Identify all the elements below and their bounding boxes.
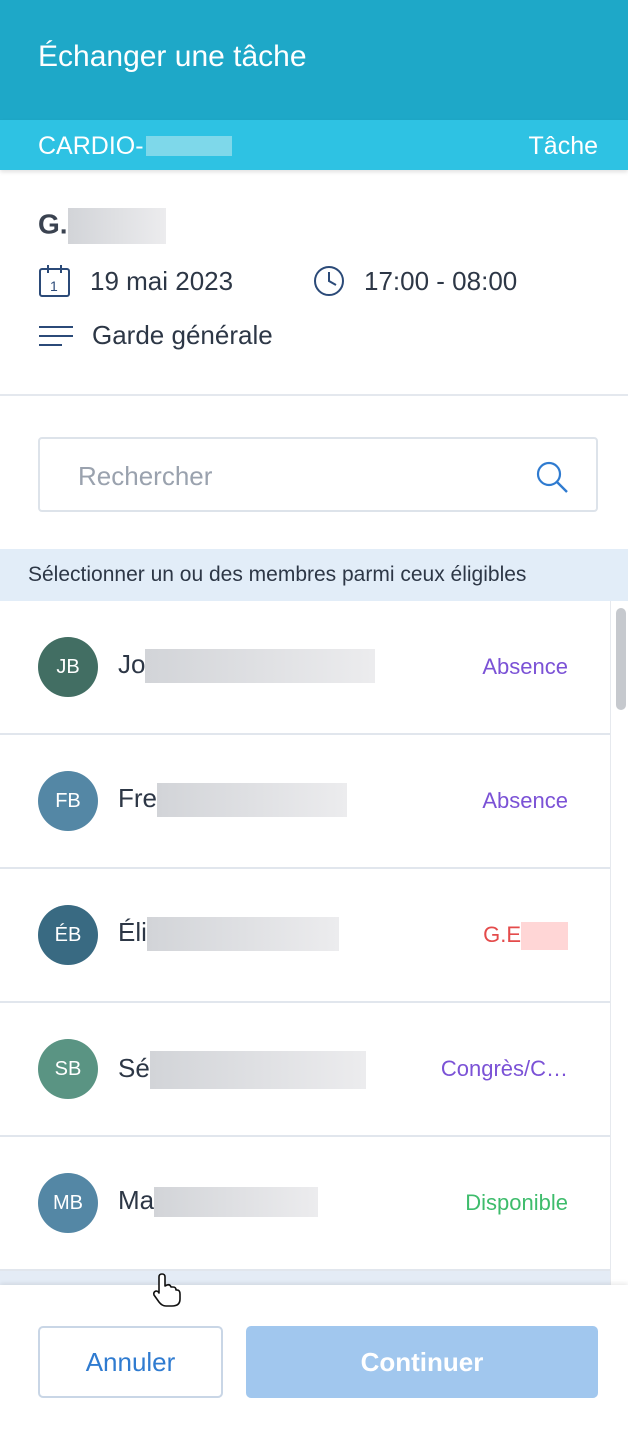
redacted-unit — [145, 136, 232, 156]
member-row[interactable]: JB Jo Absence — [0, 601, 610, 735]
page-title: Échanger une tâche — [38, 40, 307, 73]
subbar-type-label: Tâche — [528, 132, 598, 160]
member-status: Congrès/C… — [440, 1056, 568, 1081]
avatar: JB — [38, 637, 98, 697]
member-name: Sé — [118, 1051, 366, 1089]
redacted-status — [521, 922, 568, 951]
member-status: Absence — [482, 788, 568, 813]
scrollbar-thumb[interactable] — [616, 608, 626, 710]
redacted-name — [149, 1051, 366, 1089]
member-name-text: Fre — [118, 783, 157, 813]
unit-label: CARDIO- — [38, 132, 232, 161]
task-person: G. — [38, 208, 166, 244]
avatar: MB — [38, 1173, 98, 1233]
cancel-button[interactable]: Annuler — [38, 1326, 223, 1398]
avatar: SB — [38, 1039, 98, 1099]
member-row[interactable]: ÉB Éli G.E — [0, 869, 610, 1003]
member-name: Jo — [118, 649, 376, 684]
search-placeholder: Rechercher — [78, 461, 213, 491]
task-details: G. 1 19 mai 2023 17:00 - 08:00 Garde gén… — [0, 170, 628, 396]
avatar: ÉB — [38, 905, 98, 965]
task-time: 17:00 - 08:00 — [364, 265, 518, 296]
task-subbar: CARDIO- Tâche — [0, 120, 628, 170]
member-name-text: Jo — [118, 649, 146, 679]
task-date: 19 mai 2023 — [90, 265, 234, 296]
calendar-icon: 1 — [39, 265, 70, 297]
list-icon — [39, 325, 73, 346]
redacted-name — [157, 783, 347, 818]
task-time-row: 17:00 - 08:00 — [312, 264, 517, 298]
member-status: Disponible — [465, 1190, 568, 1215]
redacted-name — [146, 917, 339, 952]
member-status: G.E — [483, 922, 568, 951]
task-type-row: Garde générale — [38, 320, 273, 351]
member-row[interactable]: FB Fre Absence — [0, 735, 610, 869]
hand-cursor-icon — [152, 1273, 181, 1307]
member-status-text: G.E — [483, 922, 521, 947]
redacted-name — [67, 208, 166, 244]
unit-name: CARDIO- — [38, 132, 144, 160]
redacted-name — [154, 1187, 319, 1218]
continue-button[interactable]: Continuer — [246, 1326, 598, 1398]
search-input[interactable]: Rechercher — [38, 437, 598, 512]
member-list[interactable]: JB Jo Absence FB Fre Absence ÉB Éli G.E … — [0, 601, 610, 1285]
task-person-name: G. — [38, 208, 68, 240]
search-icon[interactable] — [534, 459, 570, 495]
redacted-name — [145, 649, 376, 684]
member-row[interactable]: SB Sé Congrès/C… — [0, 1003, 610, 1137]
member-name-text: Éli — [118, 917, 147, 947]
member-row[interactable]: MB Ma Disponible — [0, 1137, 610, 1271]
footer-actions: Annuler Continuer — [0, 1285, 628, 1432]
member-name-text: Sé — [118, 1052, 150, 1083]
svg-text:1: 1 — [50, 278, 58, 294]
member-name-text: Ma — [118, 1185, 155, 1215]
member-name: Ma — [118, 1185, 319, 1218]
task-date-row: 1 19 mai 2023 — [38, 264, 233, 298]
eligible-members-banner: Sélectionner un ou des membres parmi ceu… — [0, 549, 628, 601]
avatar: FB — [38, 771, 98, 831]
member-name: Éli — [118, 917, 339, 952]
app-header: Échanger une tâche — [0, 0, 628, 120]
member-name: Fre — [118, 783, 347, 818]
member-status: Absence — [482, 654, 568, 679]
list-item[interactable] — [0, 1271, 610, 1285]
clock-icon — [314, 266, 344, 296]
task-type: Garde générale — [92, 320, 273, 350]
